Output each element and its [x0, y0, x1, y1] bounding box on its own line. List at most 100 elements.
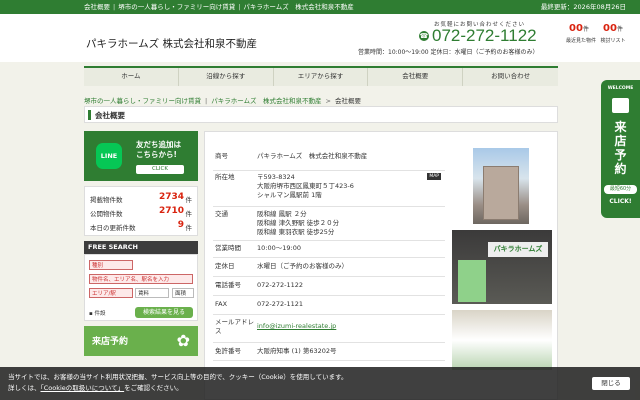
top-link-company[interactable]: 会社概要	[84, 3, 110, 11]
header: パキラホームズ 株式会社和泉不動産 お気軽にお問い合わせください ☎ 072-27…	[0, 14, 640, 62]
row-value: 072-272-1121	[257, 300, 304, 308]
stat-value: 2734	[158, 192, 184, 202]
info-row-hours: 営業時間 10:00～19:00	[213, 240, 445, 258]
cookie-line-1: 当サイトでは、お客様の当サイト利用状況把握、サービス向上等の目的で、クッキー（C…	[8, 373, 348, 381]
nav-area-search[interactable]: エリアから探す	[274, 68, 369, 86]
row-label: 所在地	[215, 173, 235, 181]
consider-list-counter[interactable]: 00件 検討リスト	[600, 22, 626, 52]
rent-select[interactable]: 賃料	[135, 288, 169, 298]
building-shape	[483, 166, 519, 220]
row-value: 072-272-1122	[257, 281, 304, 289]
count-unit: 件	[582, 26, 589, 33]
recent-viewed-label: 最近見た物件	[566, 38, 597, 44]
top-bar: 会社概要 | 堺市の一人暮らし・ファミリー向け賃貸 | パキラホームズ 株式会社和泉不動…	[0, 0, 640, 14]
page-title: 会社概要	[95, 111, 125, 120]
top-link-pakira[interactable]: パキラホームズ 株式会社和泉不動産	[243, 3, 353, 11]
map-icon[interactable]: MAP	[427, 173, 441, 180]
row-label: FAX	[215, 300, 228, 308]
storefront-photo[interactable]: パキラホームズ	[452, 230, 552, 304]
row-value: 阪和線 東羽衣駅 徒歩25分	[257, 228, 335, 236]
free-search-form: 種別 物件名、エリア名、駅名を入力 エリア/駅 賃料 面積 ▪ 件設 検索結果を…	[84, 254, 198, 321]
visit-reservation-button[interactable]: 来店予約 ✿	[84, 326, 198, 356]
row-value: 阪和線 津久野駅 徒歩２０分	[257, 219, 340, 227]
line-friend-banner[interactable]: LINE 友だち追加は こちらから! CLICK	[84, 131, 198, 181]
cookie-close-button[interactable]: 閉じる	[592, 377, 630, 390]
phone-number[interactable]: 072-272-1122	[432, 26, 537, 46]
visit-reservation-tab[interactable]: WELCOME 来店予約 最短60分 CLICK!	[601, 80, 640, 218]
nav-contact[interactable]: お問い合わせ	[463, 68, 558, 86]
free-search-heading: FREE SEARCH	[84, 241, 198, 254]
reserve-click-text: CLICK!	[609, 198, 632, 205]
global-nav: ホーム 沿線から探す エリアから探す 会社概要 お問い合わせ	[84, 66, 558, 86]
listing-stats: 掲載物件数 2734 件 公開物件数 2710 件 本日の更新件数 9 件	[84, 186, 198, 236]
stat-unit: 件	[185, 210, 193, 218]
row-label: 交通	[215, 210, 228, 218]
recent-viewed-counter[interactable]: 00件 最近見た物件	[566, 22, 597, 52]
consider-list-count: 00	[603, 23, 617, 34]
row-value: 水曜日（ご予約のお客様のみ）	[257, 262, 348, 270]
cookie-banner: 当サイトでは、お客様の当サイト利用状況把握、サービス向上等の目的で、クッキー（C…	[0, 367, 640, 400]
page-heading: 会社概要	[84, 106, 558, 123]
stat-label: 掲載物件数	[90, 196, 123, 204]
stat-unit: 件	[185, 224, 193, 232]
stat-updated-today: 本日の更新件数 9 件	[90, 220, 194, 235]
row-label: 営業時間	[215, 244, 241, 252]
row-value: 阪和線 鳳駅 ２分	[257, 210, 307, 218]
recent-viewed-count: 00	[569, 23, 583, 34]
calendar-icon	[612, 98, 629, 113]
info-row-address: 所在地 〒593-8324 大阪府堺市西区鳳東町５丁423-6 シャルマン鳳駅前…	[213, 170, 445, 207]
info-row-access: 交通 阪和線 鳳駅 ２分 阪和線 津久野駅 徒歩２０分 阪和線 東羽衣駅 徒歩2…	[213, 206, 445, 241]
min-time-badge: 最短60分	[604, 185, 637, 194]
visit-label: 来店予約	[92, 337, 129, 347]
count-unit: 件	[616, 26, 623, 33]
breadcrumb-current: 会社概要	[334, 97, 361, 105]
row-value: 10:00～19:00	[257, 244, 301, 252]
building-photo[interactable]	[473, 148, 529, 224]
nav-company[interactable]: 会社概要	[368, 68, 464, 86]
phone-icon: ☎	[419, 31, 429, 41]
info-row-phone: 電話番号 072-272-1122	[213, 276, 445, 296]
top-link-sakai[interactable]: 堺市の一人暮らし・ファミリー向け賃貸	[118, 3, 235, 11]
type-select[interactable]: 種別	[89, 260, 133, 270]
line-text-1: 友だち追加は	[136, 140, 181, 149]
heading-accent	[88, 110, 91, 120]
consider-list-label: 検討リスト	[600, 38, 626, 44]
line-icon: LINE	[96, 143, 122, 169]
search-results-button[interactable]: 検索結果を見る	[135, 307, 193, 318]
info-row-license: 免許番号 大阪府知事 (1) 第63202号	[213, 342, 445, 361]
breadcrumb-link-sakai[interactable]: 堺市の一人暮らし・ファミリー向け賃貸	[84, 97, 201, 105]
search-checkbox[interactable]: ▪ 件設	[89, 309, 106, 317]
row-label: 商号	[215, 152, 228, 160]
interior-photo[interactable]	[452, 310, 552, 370]
store-sign: パキラホームズ	[488, 242, 548, 257]
row-label: 電話番号	[215, 281, 241, 289]
nav-line-search[interactable]: 沿線から探す	[179, 68, 274, 86]
site-logo[interactable]: パキラホームズ 株式会社和泉不動産	[86, 36, 257, 51]
area-station-select[interactable]: エリア/駅	[89, 288, 133, 298]
cookie-suffix: をご確認ください。	[124, 384, 183, 392]
line-text-2: こちらから!	[136, 150, 177, 159]
top-links: 会社概要 | 堺市の一人暮らし・ファミリー向け賃貸 | パキラホームズ 株式会社和泉不動…	[84, 3, 354, 11]
email-link[interactable]: info@izumi-realestate.jp	[257, 322, 336, 331]
line-banner-text: 友だち追加は こちらから!	[136, 140, 181, 160]
line-click-button[interactable]: CLICK	[136, 165, 184, 174]
row-value: 大阪府堺市西区鳳東町５丁423-6	[257, 182, 354, 190]
nav-home[interactable]: ホーム	[84, 68, 179, 86]
row-value: 大阪府知事 (1) 第63202号	[257, 347, 337, 355]
stat-label: 公開物件数	[90, 210, 123, 218]
welcome-text: WELCOME	[607, 86, 634, 91]
cookie-policy-link[interactable]: 「Cookieの取扱いについて」	[41, 384, 125, 392]
breadcrumb-link-pakira[interactable]: パキラホームズ 株式会社和泉不動産	[211, 97, 321, 105]
keyword-input[interactable]: 物件名、エリア名、駅名を入力	[89, 274, 193, 284]
row-value: パキラホームズ 株式会社和泉不動産	[257, 152, 368, 160]
company-info-panel: 商号 パキラホームズ 株式会社和泉不動産 所在地 〒593-8324 大阪府堺市…	[204, 131, 558, 400]
cookie-text: 当サイトでは、お客様の当サイト利用状況把握、サービス向上等の目的で、クッキー（C…	[8, 372, 347, 394]
flower-icon: ✿	[176, 331, 190, 350]
cookie-prefix: 詳しくは、	[8, 384, 41, 392]
info-row-name: 商号 パキラホームズ 株式会社和泉不動産	[213, 152, 445, 171]
info-row-email: メールアドレス info@izumi-realestate.jp	[213, 314, 445, 343]
row-label: 免許番号	[215, 347, 241, 355]
row-label: 定休日	[215, 262, 235, 270]
area-size-select[interactable]: 面積	[172, 288, 194, 298]
stat-value: 9	[177, 220, 184, 230]
